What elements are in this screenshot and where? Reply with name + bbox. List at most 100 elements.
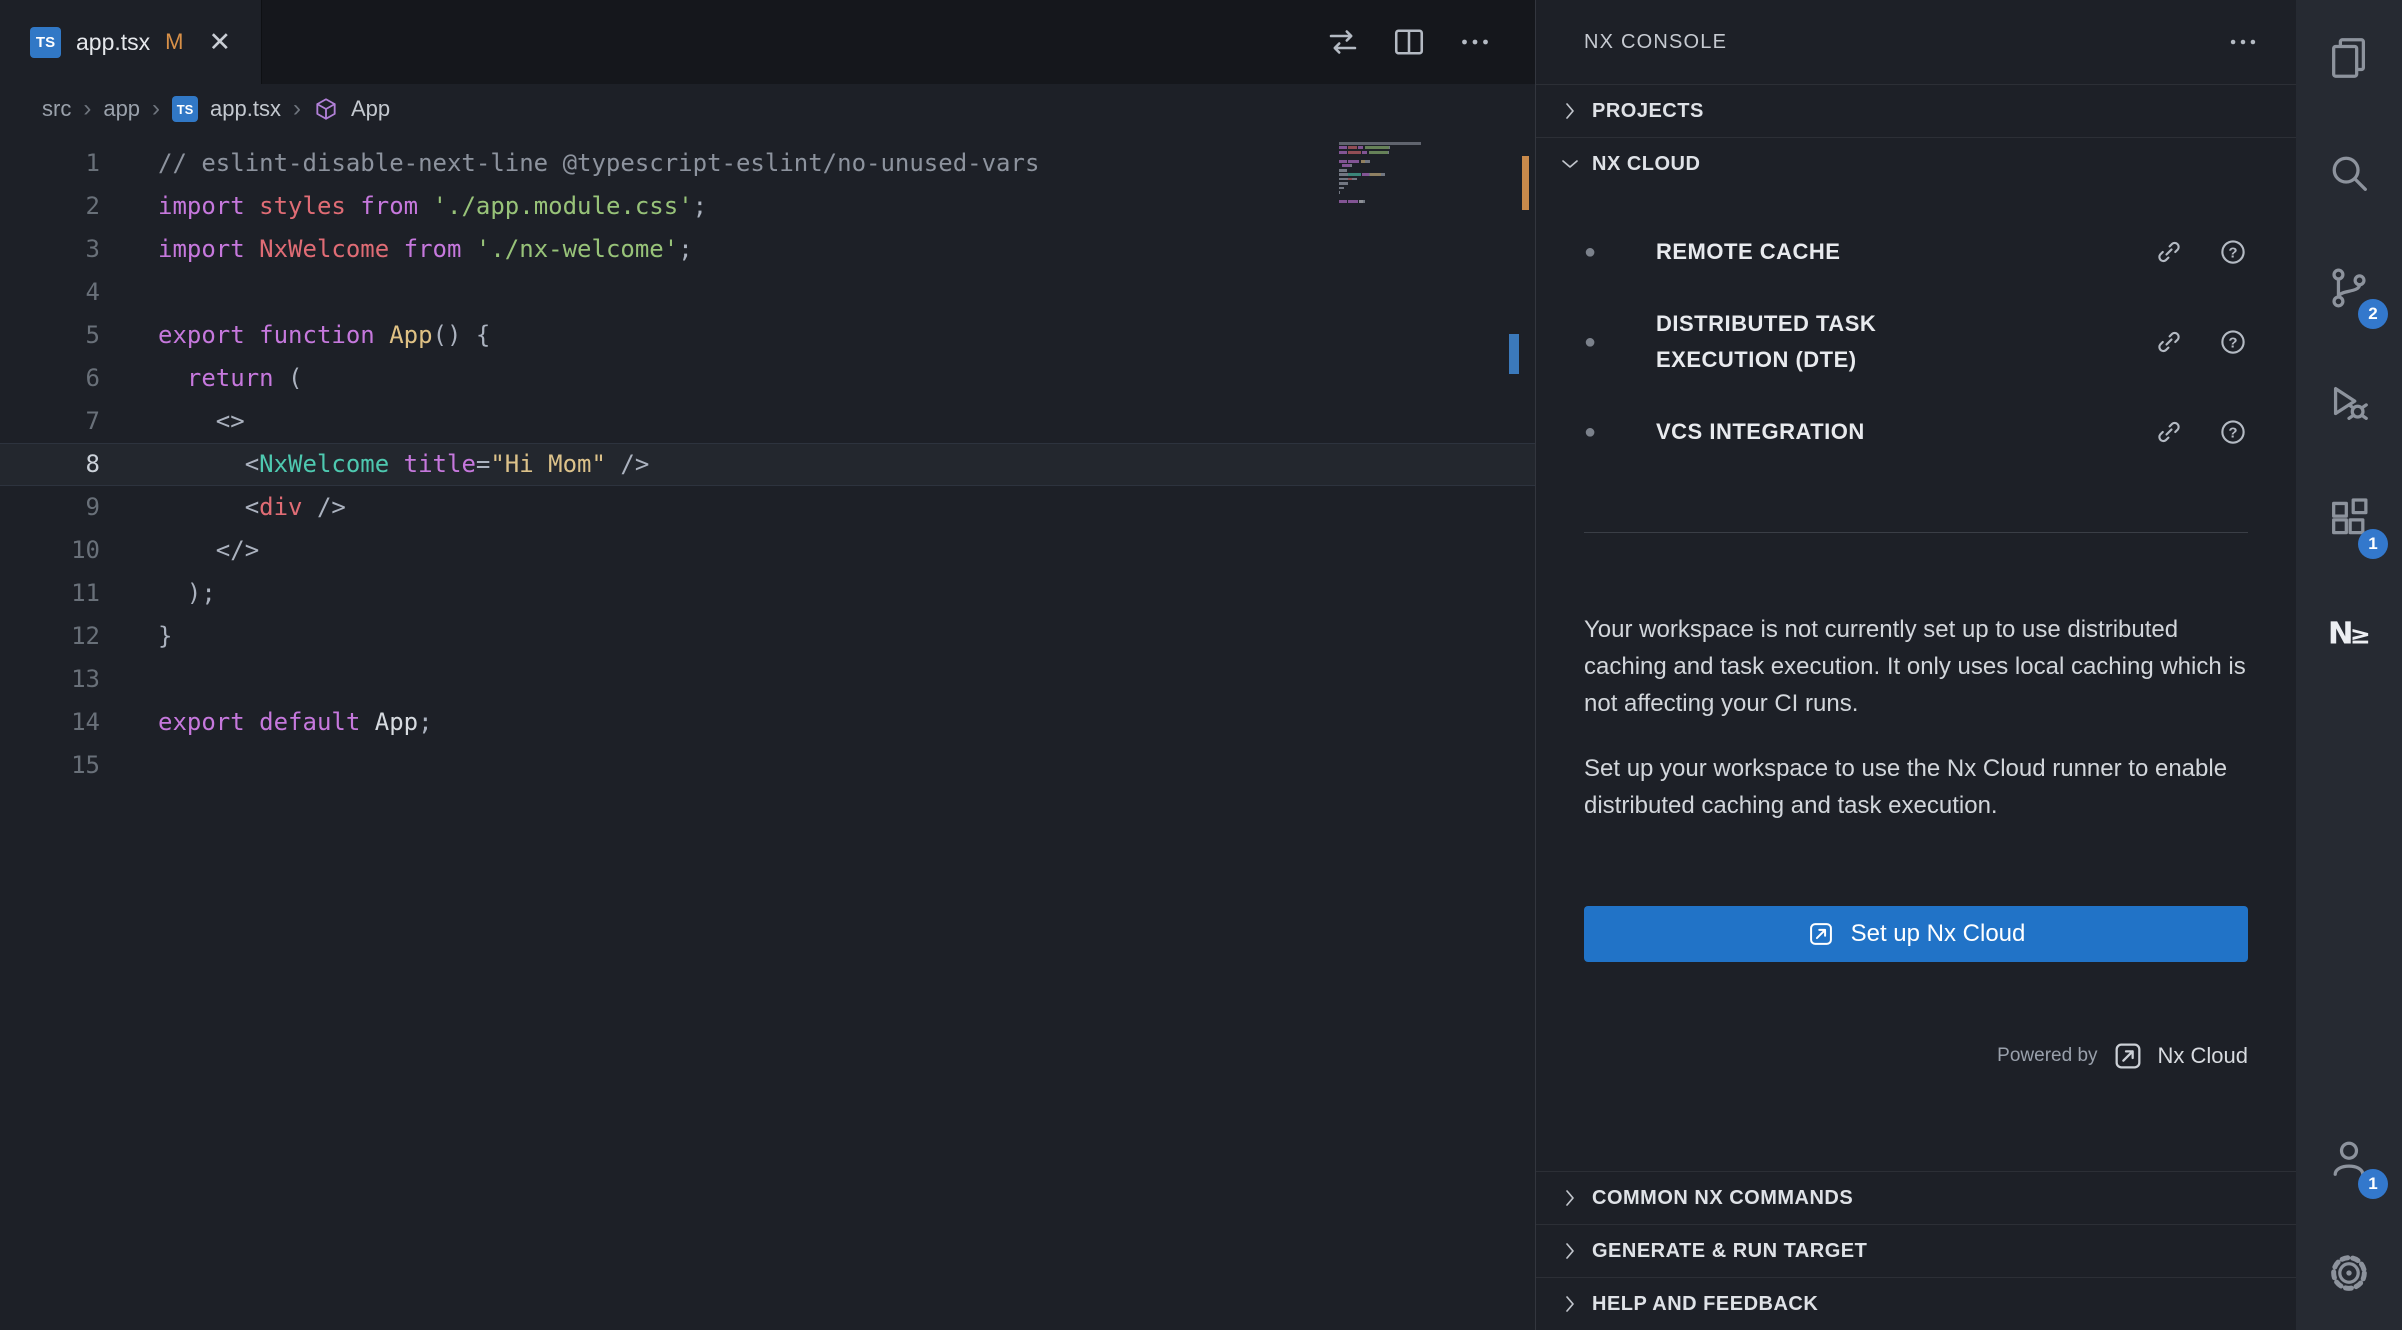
- line-number: 13: [0, 658, 100, 701]
- panel-more-actions[interactable]: [2226, 25, 2260, 59]
- status-dot: ●: [1584, 331, 1606, 354]
- line-number: 10: [0, 529, 100, 572]
- breadcrumb-separator: ›: [83, 95, 91, 123]
- open-changes-icon[interactable]: [1325, 24, 1361, 60]
- connect-icon[interactable]: [2154, 327, 2184, 357]
- vscode-window: TS app.tsx M ✕: [0, 0, 2402, 1330]
- code-line-2[interactable]: 2import styles from './app.module.css';: [0, 185, 1535, 228]
- code-text: // eslint-disable-next-line @typescript-…: [100, 142, 1039, 185]
- editor-toolbar: [1325, 0, 1535, 84]
- section-label: NX CLOUD: [1592, 153, 1700, 176]
- code-text: return (: [100, 357, 303, 400]
- activity-run-debug[interactable]: [2296, 345, 2402, 460]
- code-text: export default App;: [100, 701, 433, 744]
- feature-label: DISTRIBUTED TASK EXECUTION (DTE): [1656, 306, 1951, 378]
- breadcrumb-item-app-folder[interactable]: app: [103, 96, 140, 122]
- code-line-12[interactable]: 12}: [0, 615, 1535, 658]
- breadcrumb: src › app › TS app.tsx › App: [0, 84, 1535, 134]
- accounts-badge: 1: [2358, 1169, 2388, 1199]
- code-line-14[interactable]: 14export default App;: [0, 701, 1535, 744]
- activity-search[interactable]: [2296, 115, 2402, 230]
- section-label: COMMON NX COMMANDS: [1592, 1187, 1853, 1210]
- svg-text:?: ?: [2228, 425, 2237, 442]
- editor-region: TS app.tsx M ✕: [0, 0, 1535, 1330]
- tab-app-tsx[interactable]: TS app.tsx M ✕: [0, 0, 262, 84]
- code-line-1[interactable]: 1// eslint-disable-next-line @typescript…: [0, 142, 1535, 185]
- breadcrumb-item-file[interactable]: app.tsx: [210, 96, 281, 122]
- panel-title: NX CONSOLE: [1584, 31, 1727, 54]
- more-actions-icon[interactable]: [1457, 24, 1493, 60]
- code-line-6[interactable]: 6 return (: [0, 357, 1535, 400]
- line-number: 3: [0, 228, 100, 271]
- activity-extensions[interactable]: 1: [2296, 460, 2402, 575]
- minimap[interactable]: [1339, 142, 1501, 209]
- section-label: GENERATE & RUN TARGET: [1592, 1240, 1867, 1263]
- section-nx-cloud[interactable]: NX CLOUD: [1536, 137, 2296, 190]
- section-generate-run-target[interactable]: GENERATE & RUN TARGET: [1536, 1224, 2296, 1277]
- code-text: <>: [100, 400, 245, 443]
- code-text: <div />: [100, 486, 346, 529]
- powered-by-row: Powered by Nx Cloud: [1584, 1040, 2248, 1072]
- feature-vcs-integration: ● VCS INTEGRATION ?: [1584, 392, 2248, 472]
- code-line-4[interactable]: 4: [0, 271, 1535, 314]
- section-projects[interactable]: PROJECTS: [1536, 84, 2296, 137]
- modified-marker: [1522, 156, 1529, 210]
- source-control-badge: 2: [2358, 299, 2388, 329]
- nx-cloud-content: ● REMOTE CACHE ?: [1536, 190, 2296, 1171]
- status-dot: ●: [1584, 421, 1606, 444]
- section-common-nx-commands[interactable]: COMMON NX COMMANDS: [1536, 1171, 2296, 1224]
- nx-console-panel: NX CONSOLE PROJECTS NX CLOUD ● REMOTE C: [1535, 0, 2296, 1330]
- breadcrumb-item-symbol[interactable]: App: [351, 96, 390, 122]
- code-line-5[interactable]: 5export function App() {: [0, 314, 1535, 357]
- chevron-right-icon: [1558, 1239, 1582, 1263]
- code-text: import styles from './app.module.css';: [100, 185, 707, 228]
- run-debug-icon: [2326, 380, 2372, 426]
- svg-text:≥: ≥: [2350, 620, 2371, 649]
- code-line-7[interactable]: 7 <>: [0, 400, 1535, 443]
- line-number: 11: [0, 572, 100, 615]
- tab-filename: app.tsx: [76, 29, 150, 56]
- breadcrumb-item-src[interactable]: src: [42, 96, 71, 122]
- typescript-file-icon: TS: [172, 96, 198, 122]
- code-line-9[interactable]: 9 <div />: [0, 486, 1535, 529]
- code-line-13[interactable]: 13: [0, 658, 1535, 701]
- code-line-10[interactable]: 10 </>: [0, 529, 1535, 572]
- help-icon[interactable]: ?: [2218, 327, 2248, 357]
- tab-close-button[interactable]: ✕: [208, 29, 231, 56]
- line-number: 4: [0, 271, 100, 314]
- search-icon: [2326, 150, 2372, 196]
- activity-explorer[interactable]: [2296, 0, 2402, 115]
- code-line-3[interactable]: 3import NxWelcome from './nx-welcome';: [0, 228, 1535, 271]
- powered-by-label: Powered by: [1997, 1045, 2097, 1067]
- code-text: [100, 271, 158, 314]
- code-editor[interactable]: 1// eslint-disable-next-line @typescript…: [0, 134, 1535, 1330]
- help-icon[interactable]: ?: [2218, 417, 2248, 447]
- line-number: 7: [0, 400, 100, 443]
- chevron-right-icon: [1558, 1292, 1582, 1316]
- feature-dte: ● DISTRIBUTED TASK EXECUTION (DTE) ?: [1584, 302, 2248, 382]
- split-editor-icon[interactable]: [1391, 24, 1427, 60]
- activity-bar-spacer: [2296, 690, 2402, 1100]
- nx-console-icon: N ≥: [2326, 610, 2372, 656]
- activity-settings[interactable]: [2296, 1215, 2402, 1330]
- extensions-badge: 1: [2358, 529, 2388, 559]
- code-lines: 1// eslint-disable-next-line @typescript…: [0, 142, 1535, 787]
- help-icon[interactable]: ?: [2218, 237, 2248, 267]
- overview-ruler: [1507, 134, 1535, 1330]
- typescript-file-icon: TS: [30, 27, 61, 58]
- section-help-and-feedback[interactable]: HELP AND FEEDBACK: [1536, 1277, 2296, 1330]
- code-line-15[interactable]: 15: [0, 744, 1535, 787]
- code-line-8[interactable]: 8 <NxWelcome title="Hi Mom" />: [0, 443, 1535, 486]
- code-line-11[interactable]: 11 );: [0, 572, 1535, 615]
- activity-source-control[interactable]: 2: [2296, 230, 2402, 345]
- code-text: [100, 744, 158, 787]
- activity-nx-console[interactable]: N ≥: [2296, 575, 2402, 690]
- connect-icon[interactable]: [2154, 417, 2184, 447]
- breadcrumb-separator: ›: [152, 95, 160, 123]
- code-text: </>: [100, 529, 259, 572]
- nx-cloud-logo-icon: [2112, 1040, 2144, 1072]
- activity-bar: 2 1 N ≥: [2296, 0, 2402, 1330]
- activity-accounts[interactable]: 1: [2296, 1100, 2402, 1215]
- connect-icon[interactable]: [2154, 237, 2184, 267]
- setup-nx-cloud-button[interactable]: Set up Nx Cloud: [1584, 906, 2248, 962]
